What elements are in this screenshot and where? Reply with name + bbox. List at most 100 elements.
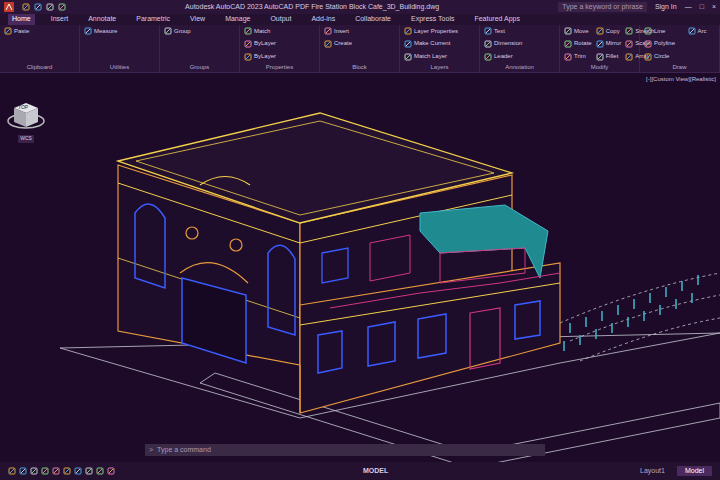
tool-icon — [52, 467, 60, 475]
ribbon-tool[interactable]: Move — [564, 27, 592, 36]
tool-icon — [324, 40, 332, 48]
panel-label[interactable]: Layers — [404, 63, 475, 72]
quick-access[interactable] — [22, 3, 66, 11]
panel-label[interactable]: Modify — [564, 63, 635, 72]
viewcube[interactable]: TOP WCS — [6, 101, 46, 143]
app-logo-icon[interactable] — [4, 2, 14, 12]
tool-icon — [63, 467, 71, 475]
tool-icon — [688, 27, 696, 35]
tool-icon — [19, 467, 27, 475]
panel-label[interactable]: Clipboard — [4, 63, 75, 72]
ribbon-tab[interactable]: Output — [266, 14, 295, 25]
ribbon-tab[interactable]: Manage — [221, 14, 254, 25]
ribbon-tool[interactable]: Copy — [596, 27, 622, 36]
tool-icon — [596, 53, 604, 61]
ribbon-tool[interactable]: ByLayer — [244, 52, 315, 61]
tool-icon — [564, 27, 572, 35]
ribbon-tool[interactable]: Polyline — [644, 39, 684, 48]
ribbon-tool[interactable]: ByLayer — [244, 39, 315, 48]
window-control[interactable]: — — [685, 2, 692, 13]
ribbon-tool[interactable]: Text — [484, 27, 555, 36]
ribbon-panel: Layer Properties Make Current Match Layer L… — [400, 25, 480, 72]
tool-icon — [484, 40, 492, 48]
ribbon-tool[interactable]: Trim — [564, 52, 592, 61]
tool-icon — [58, 3, 66, 11]
building-model[interactable] — [0, 73, 720, 462]
wcs-label[interactable]: WCS — [18, 135, 34, 143]
tool-icon — [46, 3, 54, 11]
tool-icon — [4, 27, 12, 35]
tool-icon — [644, 27, 652, 35]
model-space-button[interactable]: MODEL — [363, 466, 388, 477]
ribbon-tool[interactable]: Layer Properties — [404, 27, 475, 36]
panel-label[interactable]: Utilities — [84, 63, 155, 72]
ribbon-tab[interactable]: Home — [8, 14, 35, 25]
ribbon-tool[interactable]: Match — [244, 27, 315, 36]
ribbon-tool[interactable]: Group — [164, 27, 235, 36]
panel-label[interactable]: Draw — [644, 63, 715, 72]
ribbon-tool[interactable]: Make Current — [404, 39, 475, 48]
ribbon-tool[interactable]: Match Layer — [404, 52, 475, 61]
tool-icon — [596, 27, 604, 35]
ribbon-tool[interactable]: Rotate — [564, 39, 592, 48]
autocad-window: Autodesk AutoCAD 2023 AutoCAD PDF Fire S… — [0, 0, 720, 480]
tool-icon — [484, 27, 492, 35]
ribbon-tab[interactable]: View — [186, 14, 209, 25]
tool-icon — [625, 53, 633, 61]
tool-icon — [34, 3, 42, 11]
window-control[interactable]: □ — [700, 2, 704, 13]
layout-tab[interactable]: Model — [677, 466, 712, 477]
ribbon-panel: Group Groups — [160, 25, 240, 72]
search-field[interactable]: Type a keyword or phrase — [558, 2, 647, 13]
ribbon-tool[interactable]: Dimension — [484, 39, 555, 48]
ribbon-tab[interactable]: Parametric — [132, 14, 174, 25]
ribbon-tool[interactable]: Create — [324, 39, 395, 48]
ribbon-tool[interactable]: Insert — [324, 27, 395, 36]
tool-icon — [41, 467, 49, 475]
ribbon-panel: Insert Create Block — [320, 25, 400, 72]
window-control[interactable]: × — [712, 2, 716, 13]
ribbon-tool[interactable]: Arc — [688, 27, 716, 36]
tool-icon — [107, 467, 115, 475]
layout-tab[interactable]: Layout1 — [632, 466, 673, 477]
ribbon-tool[interactable]: Leader — [484, 52, 555, 61]
tool-icon — [244, 27, 252, 35]
viewcube-face: TOP — [18, 104, 28, 112]
panel-label[interactable]: Groups — [164, 63, 235, 72]
ribbon-tab[interactable]: Add-ins — [307, 14, 339, 25]
tool-icon — [84, 27, 92, 35]
ribbon-tool[interactable]: Mirror — [596, 39, 622, 48]
viewport-label[interactable]: [-][Custom View][Realistic] — [646, 75, 716, 84]
ribbon-tool[interactable]: Line — [644, 27, 684, 36]
tool-icon — [96, 467, 104, 475]
ribbon-tab[interactable]: Express Tools — [407, 14, 458, 25]
user-button[interactable]: Sign In — [655, 2, 677, 13]
panel-label[interactable]: Block — [324, 63, 395, 72]
ribbon-tool[interactable]: Paste — [4, 27, 75, 36]
panel-label[interactable]: Annotation — [484, 63, 555, 72]
ribbon-tab[interactable]: Collaborate — [351, 14, 395, 25]
tool-icon — [484, 53, 492, 61]
tool-icon — [644, 53, 652, 61]
window-controls: — □ × — [685, 2, 716, 13]
tool-icon — [625, 40, 633, 48]
panel-label[interactable]: Properties — [244, 63, 315, 72]
ribbon-tool[interactable]: Measure — [84, 27, 155, 36]
tool-icon — [30, 467, 38, 475]
ribbon-tab[interactable]: Featured Apps — [470, 14, 524, 25]
command-line[interactable]: >Type a command — [145, 444, 545, 456]
ribbon-panel: Text Dimension Leader Annotation — [480, 25, 560, 72]
ribbon-tab[interactable]: Insert — [47, 14, 73, 25]
viewport[interactable]: [-][Custom View][Realistic] TOP WCS >Type a… — [0, 73, 720, 462]
ribbon-tool[interactable]: Fillet — [596, 52, 622, 61]
ribbon-tabs: Home Insert Annotate Parametric View Manage Ou… — [0, 14, 720, 25]
title-bar: Autodesk AutoCAD 2023 AutoCAD PDF Fire S… — [0, 0, 720, 14]
tool-icon — [324, 27, 332, 35]
tool-icon — [404, 40, 412, 48]
ribbon-tab[interactable]: Annotate — [84, 14, 120, 25]
ribbon: PasteClipboardMeasureUtilitiesGroupGroup… — [0, 25, 720, 73]
ribbon-panel: Paste Clipboard — [0, 25, 80, 72]
window-title: Autodesk AutoCAD 2023 AutoCAD PDF Fire S… — [74, 2, 550, 13]
ribbon-tool[interactable]: Circle — [644, 52, 684, 61]
tool-icon — [564, 53, 572, 61]
